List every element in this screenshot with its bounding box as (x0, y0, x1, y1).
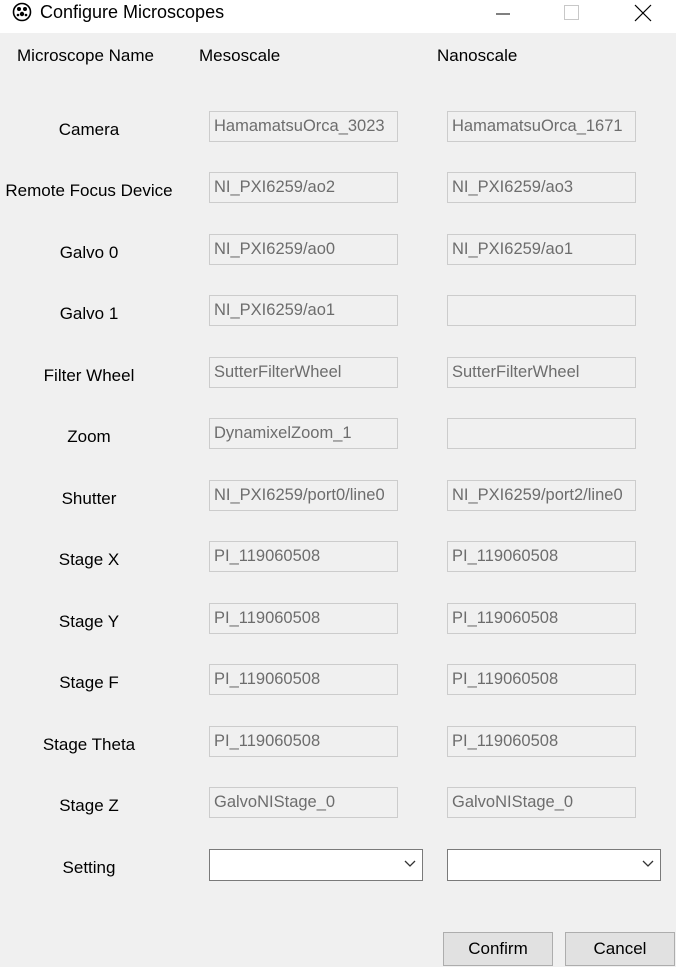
galvo1-mesoscale-field[interactable]: NI_PXI6259/ao1 (209, 295, 398, 326)
header-nanoscale: Nanoscale (437, 46, 518, 65)
filter-wheel-nanoscale-field[interactable]: SutterFilterWheel (447, 357, 636, 388)
row-label-stage-z: Stage Z (59, 796, 119, 815)
header-mesoscale: Mesoscale (199, 46, 281, 65)
row-label-camera: Camera (58, 120, 120, 139)
stage-z-nanoscale-field[interactable]: GalvoNIStage_0 (447, 787, 636, 818)
camera-mesoscale-field[interactable]: HamamatsuOrca_3023 (209, 111, 398, 142)
minimize-button[interactable] (480, 0, 526, 26)
row-label-shutter: Shutter (61, 489, 117, 508)
stage-y-mesoscale-field[interactable]: PI_119060508 (209, 603, 398, 634)
shutter-nanoscale-field[interactable]: NI_PXI6259/port2/line0 (447, 480, 636, 511)
row-label-galvo-1: Galvo 1 (59, 304, 119, 323)
maximize-button[interactable] (548, 0, 594, 26)
filter-wheel-mesoscale-field[interactable]: SutterFilterWheel (209, 357, 398, 388)
galvo0-nanoscale-field[interactable]: NI_PXI6259/ao1 (447, 234, 636, 265)
remote-focus-nanoscale-field[interactable]: NI_PXI6259/ao3 (447, 172, 636, 203)
header-microscope-name: Microscope Name (17, 46, 154, 65)
stage-f-mesoscale-field[interactable]: PI_119060508 (209, 664, 398, 695)
title-bar: Configure Microscopes (0, 0, 676, 33)
stage-theta-nanoscale-field[interactable]: PI_119060508 (447, 726, 636, 757)
microscope-app-icon (12, 2, 32, 22)
zoom-nanoscale-field[interactable] (447, 418, 636, 449)
row-label-zoom: Zoom (67, 427, 111, 446)
row-label-galvo-0: Galvo 0 (59, 243, 119, 262)
row-label-filter-wheel: Filter Wheel (43, 366, 135, 385)
row-label-setting: Setting (62, 858, 116, 877)
galvo0-mesoscale-field[interactable]: NI_PXI6259/ao0 (209, 234, 398, 265)
row-label-remote-focus-device: Remote Focus Device (5, 181, 173, 200)
zoom-mesoscale-field[interactable]: DynamixelZoom_1 (209, 418, 398, 449)
setting-nanoscale-dropdown[interactable] (447, 849, 661, 881)
close-button[interactable] (620, 0, 666, 26)
chevron-down-icon (642, 860, 654, 867)
stage-f-nanoscale-field[interactable]: PI_119060508 (447, 664, 636, 695)
stage-z-mesoscale-field[interactable]: GalvoNIStage_0 (209, 787, 398, 818)
stage-theta-mesoscale-field[interactable]: PI_119060508 (209, 726, 398, 757)
cancel-button[interactable]: Cancel (565, 932, 675, 966)
remote-focus-mesoscale-field[interactable]: NI_PXI6259/ao2 (209, 172, 398, 203)
galvo1-nanoscale-field[interactable] (447, 295, 636, 326)
chevron-down-icon (404, 860, 416, 867)
close-icon (634, 4, 652, 22)
row-label-stage-theta: Stage Theta (42, 735, 136, 754)
row-label-stage-f: Stage F (59, 673, 119, 692)
confirm-button[interactable]: Confirm (443, 932, 553, 966)
row-label-stage-y: Stage Y (58, 612, 120, 631)
stage-x-nanoscale-field[interactable]: PI_119060508 (447, 541, 636, 572)
stage-x-mesoscale-field[interactable]: PI_119060508 (209, 541, 398, 572)
window-title: Configure Microscopes (40, 2, 225, 22)
row-label-stage-x: Stage X (58, 550, 120, 569)
shutter-mesoscale-field[interactable]: NI_PXI6259/port0/line0 (209, 480, 398, 511)
camera-nanoscale-field[interactable]: HamamatsuOrca_1671 (447, 111, 636, 142)
minimize-icon (496, 13, 510, 15)
setting-mesoscale-dropdown[interactable] (209, 849, 423, 881)
maximize-icon (564, 5, 579, 20)
stage-y-nanoscale-field[interactable]: PI_119060508 (447, 603, 636, 634)
